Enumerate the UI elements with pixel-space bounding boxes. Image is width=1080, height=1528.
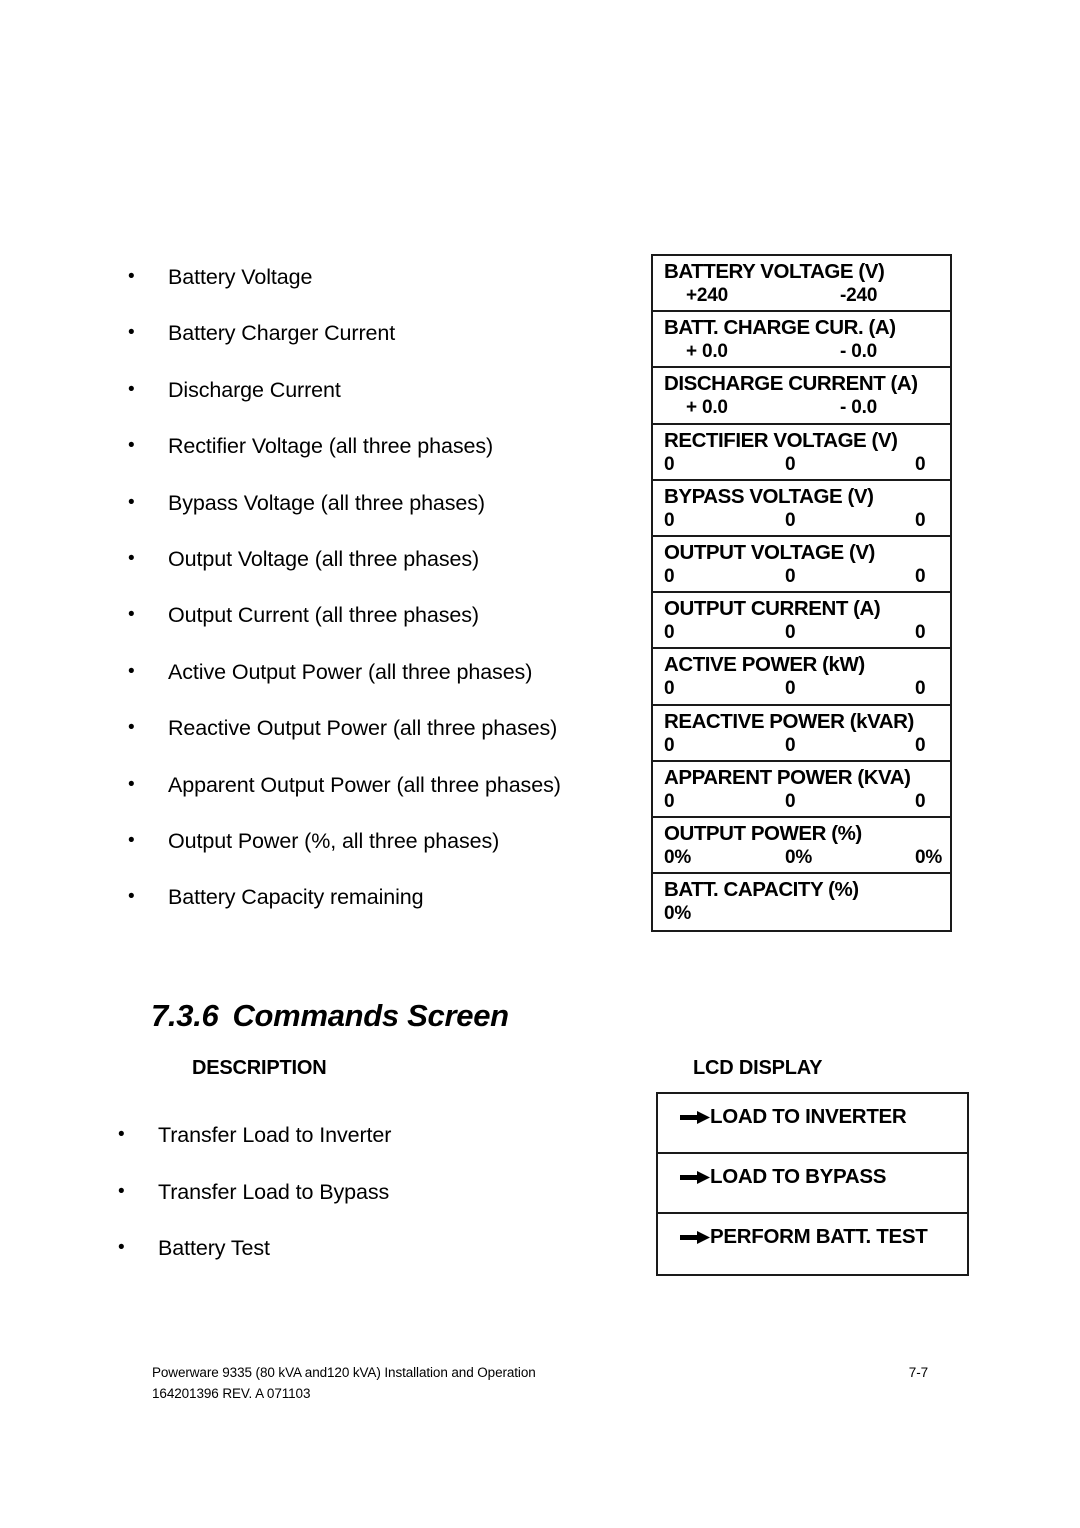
- section-number: 7.3.6: [151, 998, 219, 1033]
- section-title: Commands Screen: [232, 998, 509, 1033]
- bullet-icon: •: [118, 1237, 125, 1258]
- page-title: 7.3.6 Commands Screen: [151, 998, 509, 1034]
- command-label: LOAD TO BYPASS: [710, 1165, 887, 1188]
- right-arrow-icon: [658, 1164, 710, 1184]
- lcd-display-column-header: LCD DISPLAY: [693, 1057, 823, 1079]
- footer-line-2: 164201396 REV. A 071103: [152, 1383, 928, 1404]
- bullet-icon: •: [118, 1180, 125, 1202]
- footer-document-title: Powerware 9335 (80 kVA and120 kVA) Insta…: [152, 1365, 536, 1380]
- list-item-label: Transfer Load to Inverter: [158, 1123, 392, 1147]
- table-row: PERFORM BATT. TEST: [658, 1214, 967, 1274]
- command-description-list: • Transfer Load to Inverter • Transfer L…: [110, 1120, 630, 1290]
- commands-screen-section: 7.3.6 Commands Screen DESCRIPTION LCD DIS…: [0, 0, 1080, 1528]
- right-arrow-icon: [658, 1104, 710, 1124]
- list-item: • Transfer Load to Inverter: [110, 1120, 630, 1177]
- footer-line-1: Powerware 9335 (80 kVA and120 kVA) Insta…: [152, 1362, 928, 1383]
- command-label: LOAD TO INVERTER: [710, 1105, 907, 1128]
- bullet-icon: •: [118, 1124, 125, 1145]
- footer-document-id: 164201396 REV. A 071103: [152, 1386, 311, 1401]
- page-number: 7-7: [908, 1365, 928, 1380]
- description-column-header: DESCRIPTION: [192, 1057, 327, 1079]
- right-arrow-icon: [658, 1224, 710, 1244]
- list-item-label: Battery Test: [158, 1236, 270, 1260]
- list-item: • Battery Test: [110, 1233, 630, 1290]
- list-item: • Transfer Load to Bypass: [110, 1177, 630, 1234]
- table-row: LOAD TO INVERTER: [658, 1094, 967, 1154]
- table-row: LOAD TO BYPASS: [658, 1154, 967, 1214]
- command-label: PERFORM BATT. TEST: [710, 1225, 928, 1248]
- page-footer: Powerware 9335 (80 kVA and120 kVA) Insta…: [152, 1362, 928, 1404]
- list-item-label: Transfer Load to Bypass: [158, 1179, 390, 1204]
- lcd-commands-table: LOAD TO INVERTER LOAD TO BYPASS PERFORM …: [656, 1092, 969, 1276]
